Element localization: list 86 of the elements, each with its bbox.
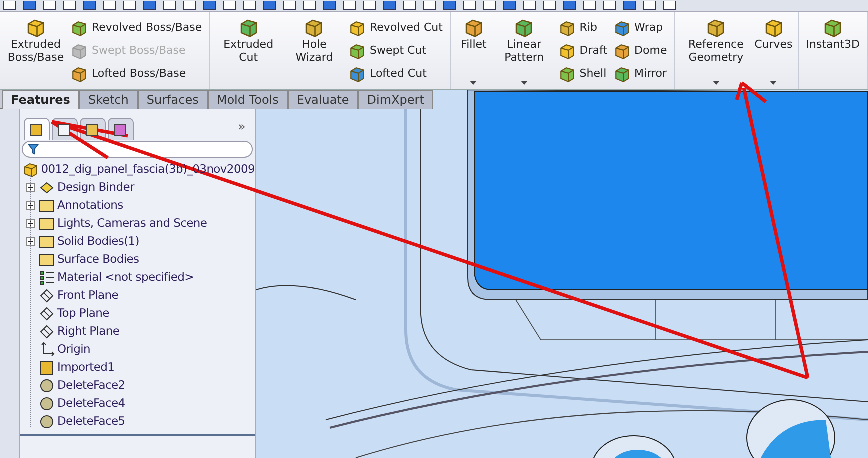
ribbon-tab[interactable]: Features <box>2 90 80 109</box>
feature-icon <box>614 20 631 37</box>
panel-tab[interactable] <box>24 118 50 140</box>
tree-item-label[interactable]: Front Plane <box>58 287 118 304</box>
feature-icon <box>764 18 784 38</box>
folder-icon <box>38 216 55 232</box>
tree-item-label[interactable]: Lights, Cameras and Scene <box>58 215 208 232</box>
tree-item-label[interactable]: Right Plane <box>58 323 120 340</box>
ribbon-button[interactable]: Reference Geometry <box>679 14 754 88</box>
panel-tab[interactable] <box>108 118 134 140</box>
filter-icon <box>28 144 39 155</box>
ribbon-tab[interactable]: Evaluate <box>288 90 358 109</box>
ribbon-button[interactable]: Fillet <box>454 14 493 88</box>
ribbon-button[interactable]: Lofted Boss/Base <box>68 62 206 86</box>
feature-icon <box>614 66 631 83</box>
feature-icon <box>70 42 88 60</box>
expand-icon[interactable] <box>26 219 35 228</box>
delete-face-icon <box>38 378 55 394</box>
ribbon-button[interactable]: Wrap <box>610 16 670 40</box>
tab-icon <box>56 122 73 138</box>
tab-icon <box>28 122 45 138</box>
ribbon-button[interactable]: Linear Pattern <box>492 14 556 88</box>
tree-item-label[interactable]: Design Binder <box>58 179 134 196</box>
tree-item-label[interactable]: Surface Bodies <box>58 251 140 268</box>
folder-icon <box>38 252 55 268</box>
ribbon-button[interactable]: Extruded Cut <box>214 14 283 88</box>
delete-face-icon <box>38 414 55 430</box>
delete-face-icon <box>38 396 55 412</box>
feature-icon <box>349 66 366 83</box>
ribbon-tab[interactable]: DimXpert <box>358 90 434 109</box>
feature-icon <box>558 20 576 37</box>
expand-icon[interactable] <box>26 201 35 210</box>
ribbon-tab[interactable]: Surfaces <box>138 90 208 109</box>
plane-icon <box>38 324 55 340</box>
feature-icon <box>514 18 534 38</box>
tree-item-label[interactable]: Top Plane <box>58 305 110 322</box>
part-icon <box>22 162 38 178</box>
ribbon-button[interactable]: Mirror <box>610 62 670 86</box>
expand-icon[interactable] <box>26 183 35 192</box>
ribbon-tab[interactable]: Sketch <box>79 90 138 109</box>
feature-icon <box>823 18 844 38</box>
filter-field[interactable] <box>22 141 253 158</box>
ribbon-button[interactable]: Swept Cut <box>346 40 446 63</box>
ribbon-tab[interactable]: Mold Tools <box>208 90 288 109</box>
ribbon-button[interactable]: Revolved Cut <box>346 16 446 40</box>
tree-item-label[interactable]: Material <not specified> <box>58 269 194 286</box>
expand-icon[interactable] <box>26 237 35 246</box>
plane-icon <box>38 306 55 322</box>
ribbon-button[interactable]: Revolved Boss/Base <box>68 16 206 40</box>
feature-icon <box>70 66 88 83</box>
tab-icon <box>84 122 101 138</box>
tab-icon <box>112 122 129 138</box>
ribbon-button[interactable]: Lofted Cut <box>346 62 446 86</box>
ribbon-button[interactable]: Hole Wizard <box>282 14 346 88</box>
ribbon-button[interactable]: Rib <box>556 16 611 40</box>
feature-icon <box>304 18 324 38</box>
ribbon-button[interactable]: Draft <box>556 40 611 63</box>
ribbon-button[interactable]: Shell <box>556 62 611 86</box>
feature-icon <box>238 18 259 38</box>
feature-icon <box>558 66 576 83</box>
tree-item-label[interactable]: Imported1 <box>58 359 115 376</box>
ribbon-button[interactable]: Curves <box>753 14 794 88</box>
expand-button[interactable]: » <box>238 118 251 140</box>
tree-item-label[interactable]: Solid Bodies(1) <box>58 233 140 250</box>
feature-icon <box>349 42 366 60</box>
ribbon-button[interactable]: Instant3D <box>803 14 863 88</box>
folder-icon <box>38 198 55 214</box>
tree-item-label[interactable]: Annotations <box>58 197 124 214</box>
tree-item-label[interactable]: Origin <box>58 341 90 358</box>
feature-icon <box>349 20 366 37</box>
feature-icon <box>464 18 484 38</box>
feature-icon <box>70 20 88 37</box>
feature-icon <box>614 42 631 60</box>
plane-icon <box>38 288 55 304</box>
tree-item-label[interactable]: DeleteFace4 <box>58 395 126 412</box>
material-icon <box>38 270 55 286</box>
feature-icon <box>558 42 576 60</box>
ribbon-button[interactable]: Extruded Boss/Base <box>4 14 68 88</box>
binder-icon <box>38 180 55 196</box>
ribbon-button[interactable]: Dome <box>610 40 670 63</box>
feature-icon <box>706 18 726 38</box>
tree-item-label[interactable]: DeleteFace2 <box>58 377 126 394</box>
tree-item-label[interactable]: DeleteFace5 <box>58 413 126 430</box>
feature-icon <box>26 18 46 38</box>
folder-icon <box>38 234 55 250</box>
imported-icon <box>38 360 55 376</box>
